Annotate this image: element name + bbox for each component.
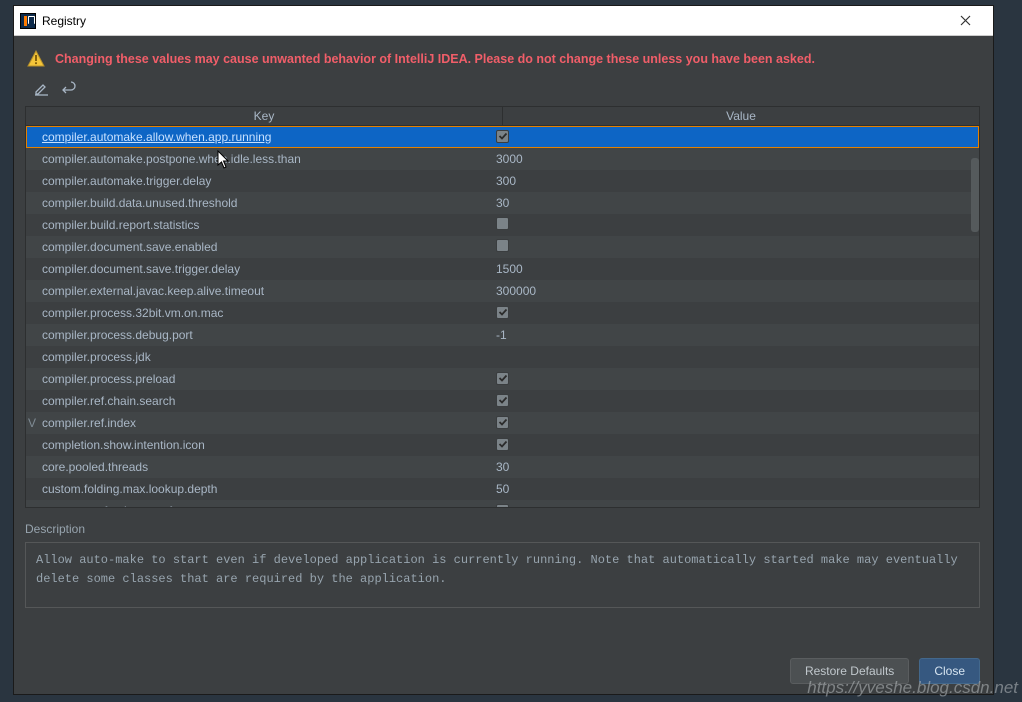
close-icon[interactable] xyxy=(943,7,987,35)
row-value[interactable]: -1 xyxy=(490,328,979,342)
checkbox[interactable] xyxy=(496,504,509,507)
row-key: core.pooled.threads xyxy=(38,460,490,474)
checkbox[interactable] xyxy=(496,394,509,407)
row-value[interactable] xyxy=(490,416,979,431)
scrollbar[interactable] xyxy=(970,126,979,507)
col-key[interactable]: Key xyxy=(26,107,503,125)
row-value[interactable] xyxy=(490,239,979,255)
warning-icon xyxy=(27,50,45,68)
checkbox[interactable] xyxy=(496,416,509,429)
row-value[interactable]: 300 xyxy=(490,174,979,188)
description-label: Description xyxy=(25,522,980,536)
dialog-content: Changing these values may cause unwanted… xyxy=(14,36,993,694)
row-value[interactable] xyxy=(490,394,979,409)
row-key: compiler.process.preload xyxy=(38,372,490,386)
registry-table: Key Value compiler.automake.allow.when.a… xyxy=(25,106,980,508)
row-value[interactable]: 1500 xyxy=(490,262,979,276)
checkbox[interactable] xyxy=(496,306,509,319)
table-row[interactable]: compiler.automake.postpone.when.idle.les… xyxy=(26,148,979,170)
description-text: Allow auto-make to start even if develop… xyxy=(25,542,980,608)
table-row[interactable]: compiler.ref.chain.search xyxy=(26,390,979,412)
row-key: compiler.process.32bit.vm.on.mac xyxy=(38,306,490,320)
table-row[interactable]: compiler.automake.allow.when.app.running xyxy=(26,126,979,148)
checkbox[interactable] xyxy=(496,239,509,252)
scrollbar-thumb[interactable] xyxy=(971,158,979,232)
table-row[interactable]: compiler.process.debug.port-1 xyxy=(26,324,979,346)
row-key: custom.folding.max.lookup.depth xyxy=(38,482,490,496)
row-value[interactable] xyxy=(490,372,979,387)
edit-icon[interactable] xyxy=(31,78,51,98)
row-key: compiler.automake.allow.when.app.running xyxy=(38,130,490,144)
row-key: compiler.ref.index xyxy=(38,416,490,430)
row-value[interactable] xyxy=(490,306,979,321)
restore-defaults-button[interactable]: Restore Defaults xyxy=(790,658,909,684)
toolbar xyxy=(25,76,980,104)
checkbox[interactable] xyxy=(496,438,509,451)
table-row[interactable]: compiler.build.report.statistics xyxy=(26,214,979,236)
table-row[interactable]: cvs.roots.refresh.uses.vfs xyxy=(26,500,979,507)
checkbox[interactable] xyxy=(496,372,509,385)
table-row[interactable]: compiler.automake.trigger.delay300 xyxy=(26,170,979,192)
row-value[interactable]: 300000 xyxy=(490,284,979,298)
table-row[interactable]: Vcompiler.ref.index xyxy=(26,412,979,434)
row-value[interactable]: 30 xyxy=(490,196,979,210)
table-row[interactable]: compiler.build.data.unused.threshold30 xyxy=(26,192,979,214)
checkbox[interactable] xyxy=(496,217,509,230)
warning-text: Changing these values may cause unwanted… xyxy=(55,52,815,66)
table-row[interactable]: compiler.process.preload xyxy=(26,368,979,390)
table-body[interactable]: compiler.automake.allow.when.app.running… xyxy=(26,126,979,507)
table-header: Key Value xyxy=(26,107,979,126)
button-row: Restore Defaults Close xyxy=(25,648,980,684)
table-row[interactable]: compiler.document.save.enabled xyxy=(26,236,979,258)
registry-dialog: Registry Changing these values may cause… xyxy=(13,5,994,695)
row-key: compiler.process.jdk xyxy=(38,350,490,364)
row-value[interactable]: 30 xyxy=(490,460,979,474)
col-value[interactable]: Value xyxy=(503,107,979,125)
row-value[interactable] xyxy=(490,504,979,507)
checkbox[interactable] xyxy=(496,130,509,143)
table-row[interactable]: custom.folding.max.lookup.depth50 xyxy=(26,478,979,500)
row-key: compiler.process.debug.port xyxy=(38,328,490,342)
table-row[interactable]: compiler.process.32bit.vm.on.mac xyxy=(26,302,979,324)
row-key: compiler.automake.trigger.delay xyxy=(38,174,490,188)
table-row[interactable]: completion.show.intention.icon xyxy=(26,434,979,456)
table-row[interactable]: compiler.external.javac.keep.alive.timeo… xyxy=(26,280,979,302)
row-value[interactable]: 50 xyxy=(490,482,979,496)
table-row[interactable]: compiler.document.save.trigger.delay1500 xyxy=(26,258,979,280)
close-button[interactable]: Close xyxy=(919,658,980,684)
row-key: compiler.build.data.unused.threshold xyxy=(38,196,490,210)
row-key: compiler.document.save.enabled xyxy=(38,240,490,254)
row-marker: V xyxy=(26,416,38,430)
window-title: Registry xyxy=(42,14,86,28)
row-key: compiler.ref.chain.search xyxy=(38,394,490,408)
row-key: completion.show.intention.icon xyxy=(38,438,490,452)
row-key: compiler.document.save.trigger.delay xyxy=(38,262,490,276)
row-key: compiler.build.report.statistics xyxy=(38,218,490,232)
row-value[interactable] xyxy=(490,217,979,233)
titlebar[interactable]: Registry xyxy=(14,6,993,36)
row-key: cvs.roots.refresh.uses.vfs xyxy=(38,504,490,507)
app-icon xyxy=(20,13,36,29)
row-value[interactable] xyxy=(490,130,979,145)
warning-row: Changing these values may cause unwanted… xyxy=(25,46,980,76)
row-key: compiler.external.javac.keep.alive.timeo… xyxy=(38,284,490,298)
table-row[interactable]: core.pooled.threads30 xyxy=(26,456,979,478)
row-value[interactable]: 3000 xyxy=(490,152,979,166)
row-value[interactable] xyxy=(490,438,979,453)
row-key: compiler.automake.postpone.when.idle.les… xyxy=(38,152,490,166)
undo-icon[interactable] xyxy=(59,78,79,98)
table-row[interactable]: compiler.process.jdk xyxy=(26,346,979,368)
